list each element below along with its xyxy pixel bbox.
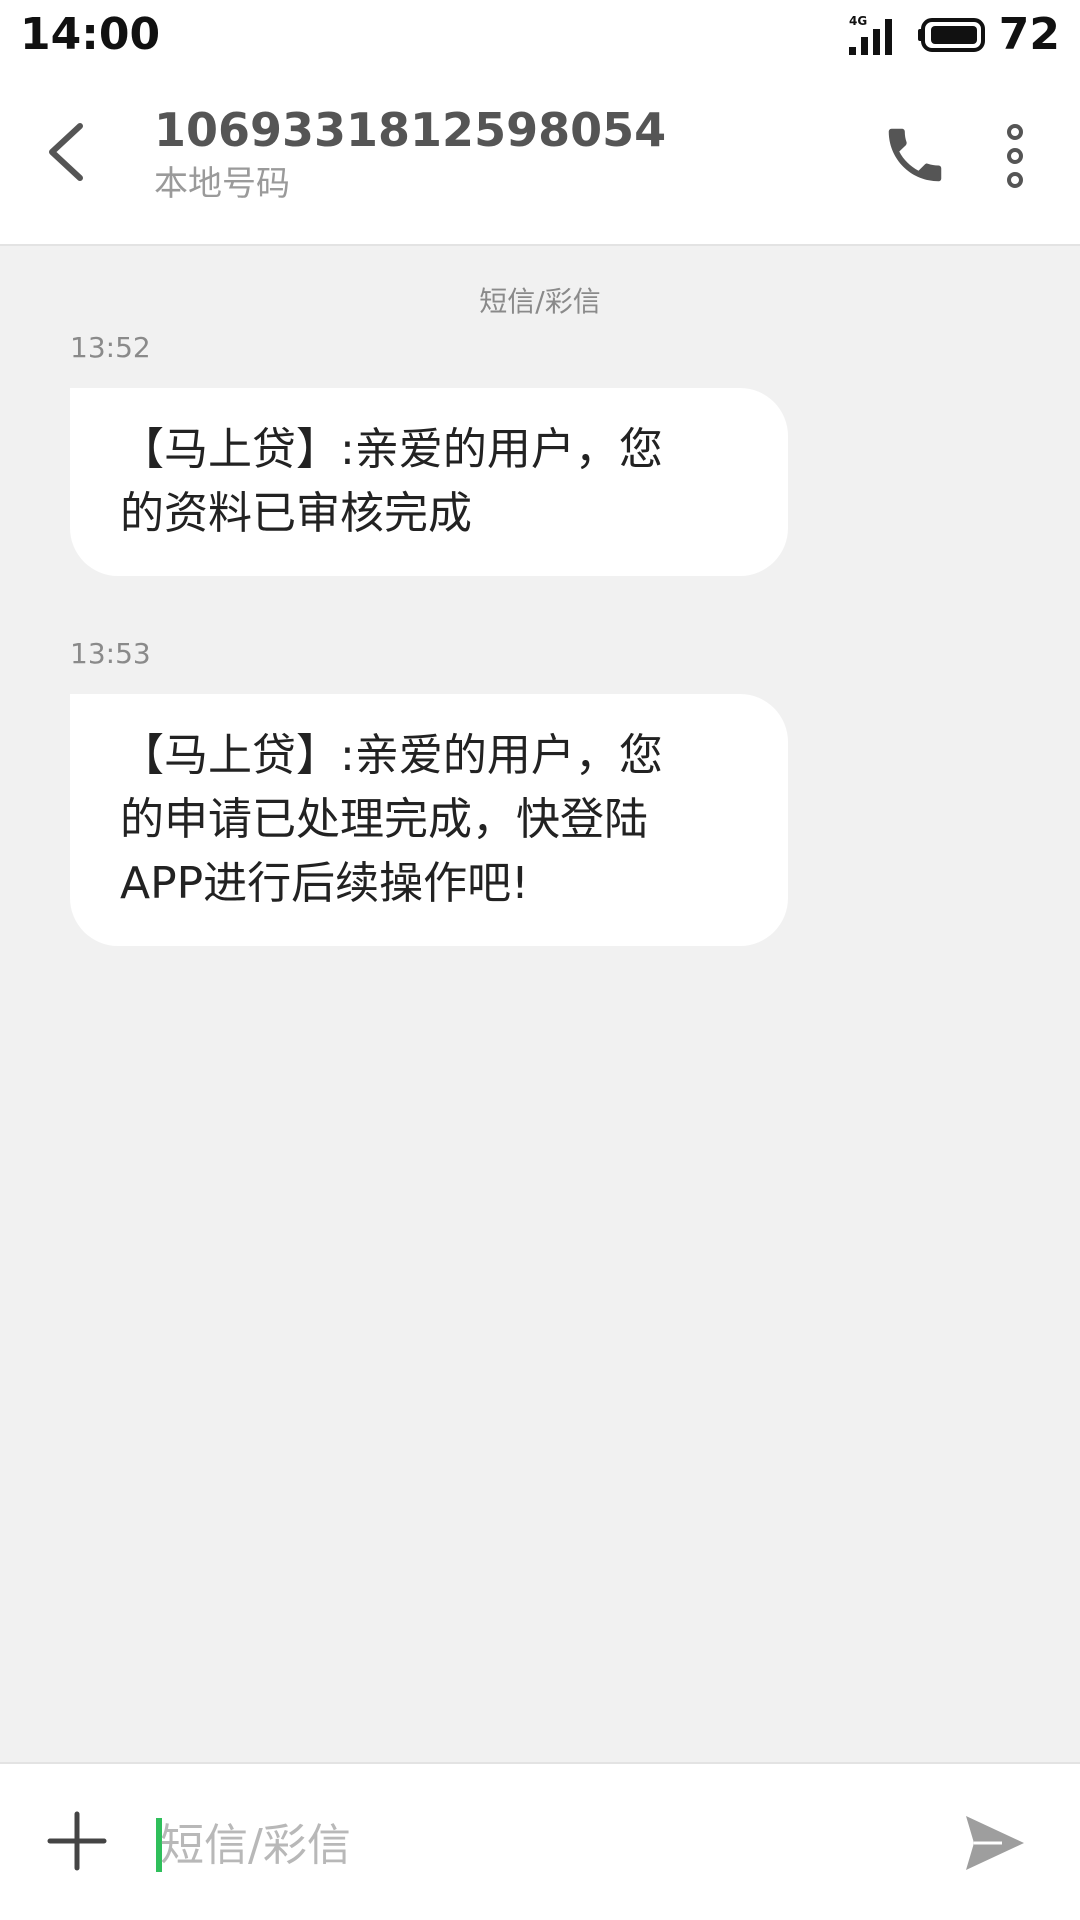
message-text-line: 的申请已处理完成，快登陆 bbox=[120, 794, 648, 845]
status-time: 14:00 bbox=[20, 9, 161, 60]
conversation-header: 1069331812598054 本地号码 bbox=[0, 70, 1080, 246]
message-composer bbox=[0, 1762, 1080, 1920]
sms-conversation-screen: 14:00 4G 72 1069331812598054 本地号码 短信/彩信 … bbox=[0, 0, 1080, 1920]
plus-icon bbox=[47, 1811, 107, 1871]
message-timestamp: 13:52 bbox=[70, 331, 151, 364]
status-bar: 14:00 4G 72 bbox=[0, 0, 1080, 70]
chevron-left-icon bbox=[49, 123, 83, 181]
status-indicators: 4G 72 bbox=[847, 8, 1060, 62]
back-button[interactable] bbox=[34, 112, 98, 192]
contact-location-label: 本地号码 bbox=[154, 164, 290, 204]
contact-number: 1069331812598054 bbox=[154, 103, 667, 157]
message-timestamp: 13:53 bbox=[70, 637, 151, 670]
more-vertical-icon bbox=[1007, 124, 1023, 188]
message-bubble[interactable]: 【马上贷】:亲爱的用户，您 的申请已处理完成，快登陆 APP进行后续操作吧! bbox=[70, 694, 788, 946]
battery-icon bbox=[917, 18, 985, 52]
send-icon bbox=[966, 1816, 1024, 1870]
call-button[interactable] bbox=[880, 120, 950, 190]
message-text-line: APP进行后续操作吧! bbox=[120, 858, 529, 909]
message-bubble[interactable]: 【马上贷】:亲爱的用户，您 的资料已审核完成 bbox=[70, 388, 788, 576]
add-attachment-button[interactable] bbox=[46, 1810, 108, 1872]
signal-4g-icon: 4G bbox=[848, 14, 892, 55]
battery-level: 72 bbox=[998, 9, 1060, 60]
send-button[interactable] bbox=[962, 1810, 1028, 1876]
message-text-line: 【马上贷】:亲爱的用户，您 bbox=[120, 730, 663, 781]
message-list[interactable]: 短信/彩信 13:52 【马上贷】:亲爱的用户，您 的资料已审核完成 13:53… bbox=[0, 246, 1080, 1762]
more-options-button[interactable] bbox=[990, 116, 1040, 196]
message-text-line: 的资料已审核完成 bbox=[120, 488, 472, 539]
phone-icon bbox=[888, 128, 942, 182]
message-input[interactable] bbox=[160, 1800, 920, 1890]
message-text-line: 【马上贷】:亲爱的用户，您 bbox=[120, 424, 663, 475]
channel-label: 短信/彩信 bbox=[479, 285, 601, 318]
network-type-label: 4G bbox=[849, 14, 867, 28]
